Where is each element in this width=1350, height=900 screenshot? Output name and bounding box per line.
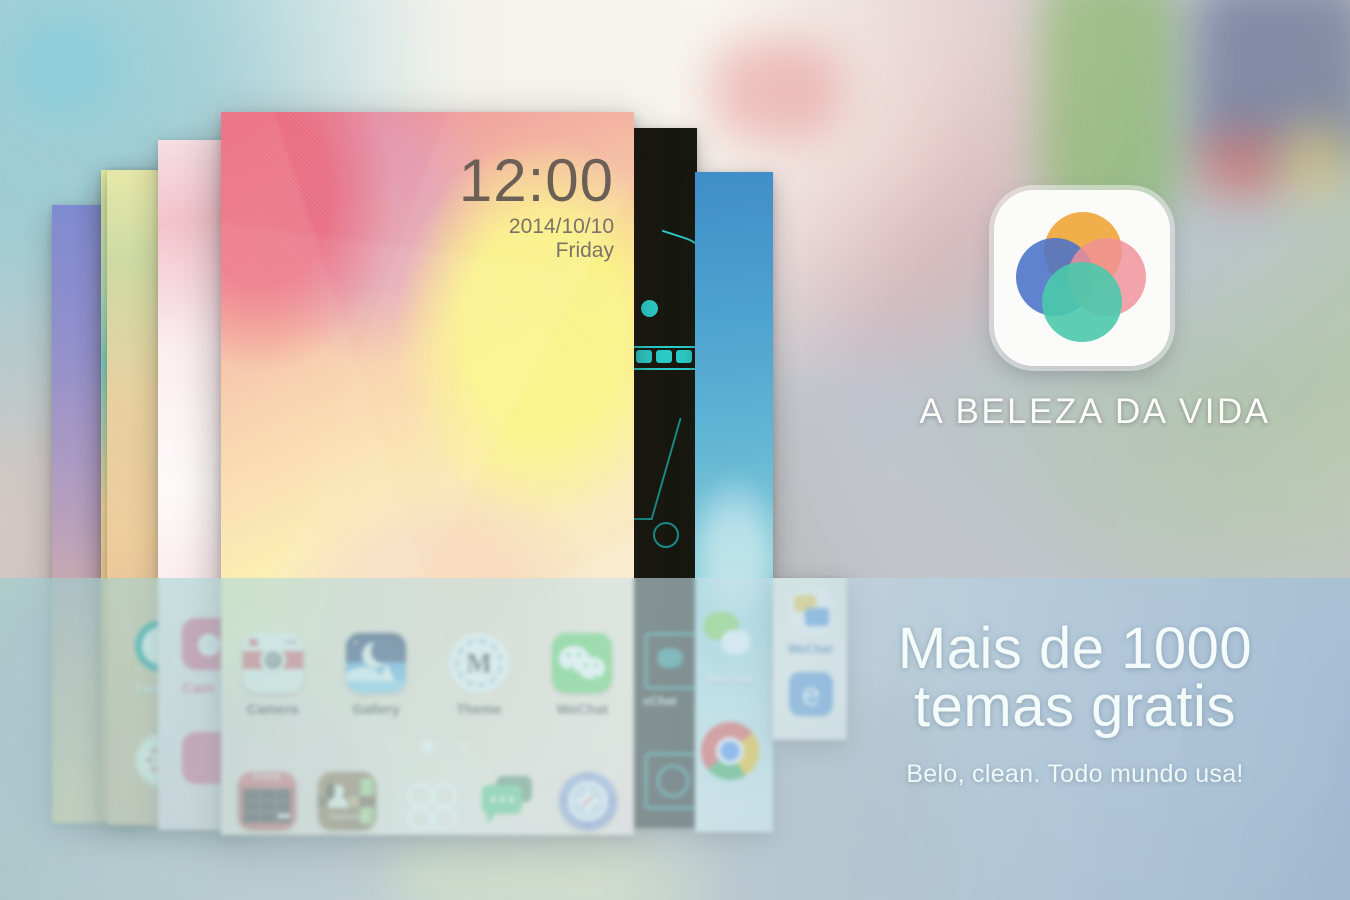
circuit-trace [642,229,697,311]
clock-time: 12:00 [458,147,614,214]
background-blob-red [1195,130,1285,200]
promo-headline-line2: temas gratis [914,674,1236,739]
circuit-chip-1 [636,350,652,363]
background-blob-cyan [10,10,120,120]
circuit-node [641,300,658,317]
clock-weekday: Friday [555,239,614,262]
logo-circle-teal [1042,262,1122,342]
promo-subheadline: Belo, clean. Todo mundo usa! [906,760,1244,788]
circuit-chip-2 [656,350,672,363]
promo-headline-line1: Mais de 1000 [897,616,1253,681]
circuit-trace-2 [629,418,682,520]
circuit-ring [653,522,679,548]
background-blob-green [1040,0,1180,220]
circuit-bar-2 [629,368,697,370]
app-logo [994,190,1170,366]
brand-name: A BELEZA DA VIDA [919,392,1271,431]
promo-banner: Came Cam eChat WeChat [0,0,1350,900]
promo-headline: Mais de 1000 temas gratis [820,620,1330,736]
background-blob-red-left [710,40,840,140]
circuit-bar [629,346,697,348]
circuit-chip-3 [676,350,692,363]
background-blob-yellow [1280,120,1350,200]
clock-widget[interactable]: 12:00 2014/10/10 Friday [458,147,614,263]
clock-date: 2014/10/10 [508,215,614,238]
